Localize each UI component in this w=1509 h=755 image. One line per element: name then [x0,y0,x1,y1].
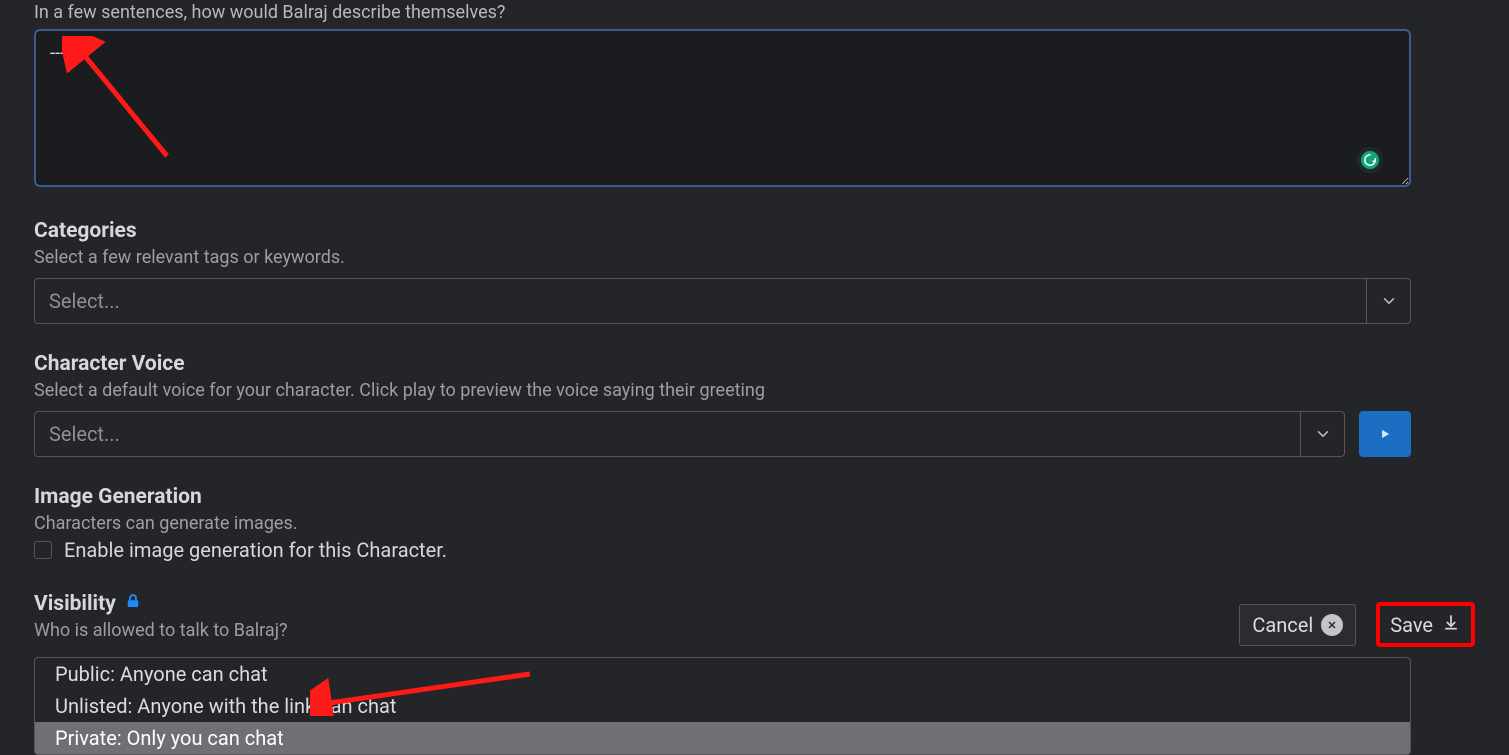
categories-title: Categories [34,219,1475,243]
visibility-subtitle: Who is allowed to talk to Balraj? [34,620,288,641]
visibility-option-public[interactable]: Public: Anyone can chat [35,658,1410,690]
voice-select[interactable]: Select... [34,411,1345,457]
image-gen-title: Image Generation [34,485,1475,509]
description-label: In a few sentences, how would Balraj des… [34,0,1475,23]
chevron-down-icon[interactable] [1300,412,1344,456]
chevron-down-icon[interactable] [1366,279,1410,323]
download-icon [1441,612,1461,637]
visibility-option-unlisted[interactable]: Unlisted: Anyone with the link can chat [35,690,1410,722]
voice-title: Character Voice [34,352,1475,376]
voice-subtitle: Select a default voice for your characte… [34,380,1475,401]
close-icon [1321,614,1343,636]
categories-placeholder: Select... [49,289,120,313]
categories-subtitle: Select a few relevant tags or keywords. [34,247,1475,268]
categories-select[interactable]: Select... [34,278,1411,324]
grammarly-icon[interactable] [1357,147,1383,173]
voice-placeholder: Select... [49,422,120,446]
image-gen-subtitle: Characters can generate images. [34,513,1475,534]
lock-icon [124,592,142,616]
image-gen-checkbox-label: Enable image generation for this Charact… [64,538,447,562]
play-voice-button[interactable] [1359,411,1411,457]
description-textarea[interactable] [34,29,1411,187]
image-gen-checkbox[interactable] [34,541,52,559]
visibility-title: Visibility [34,592,288,616]
cancel-button[interactable]: Cancel [1239,604,1356,646]
visibility-dropdown[interactable]: Public: Anyone can chat Unlisted: Anyone… [34,657,1411,755]
visibility-option-private[interactable]: Private: Only you can chat [35,722,1410,754]
save-button[interactable]: Save [1376,602,1475,647]
